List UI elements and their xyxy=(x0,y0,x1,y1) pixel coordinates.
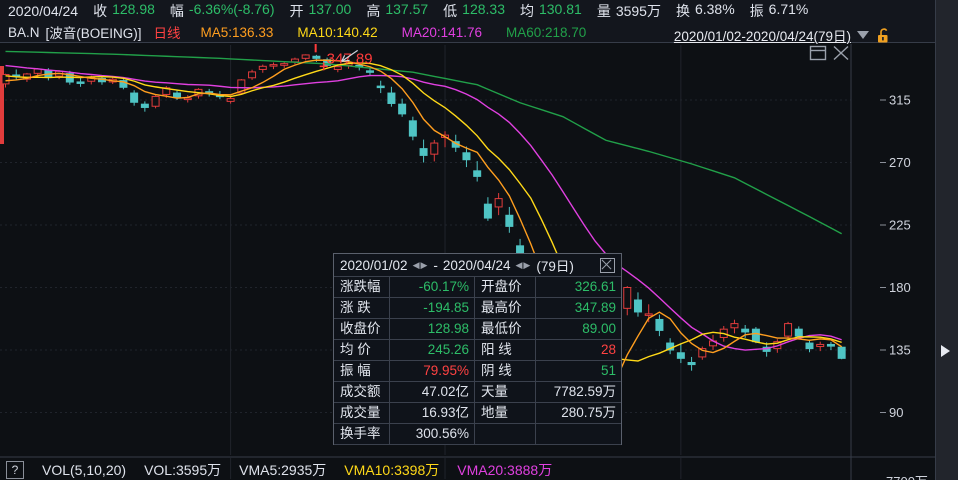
vol-indicator-name[interactable]: VOL(5,10,20) xyxy=(42,462,126,478)
date-range-label[interactable]: 2020/01/02-2020/04/24(79日) xyxy=(674,25,851,45)
stats-end-date: 2020/04/24 xyxy=(442,257,511,273)
volume-axis-label: 7700万 xyxy=(886,471,928,480)
chart-window-controls xyxy=(809,45,850,61)
quote-field-amplitude: 振 6.71% xyxy=(749,1,809,19)
stats-row: 涨跌幅 -60.17% 开盘价 326.61 xyxy=(334,277,621,298)
stats-day-count: (79日) xyxy=(536,259,574,274)
quote-summary-bar: 2020/04/24 收 128.98 幅 -6.36%(-8.76) 开 137.0… xyxy=(0,0,935,22)
svg-text:270: 270 xyxy=(889,155,911,170)
stats-row: 换手率 300.56% xyxy=(334,424,621,445)
quote-field-close: 收 128.98 xyxy=(93,1,155,19)
quote-field-avg: 均 130.81 xyxy=(519,1,582,19)
date-separator: - xyxy=(433,257,438,273)
stats-row: 成交额 47.02亿 天量 7782.59万 xyxy=(334,382,621,403)
close-icon[interactable] xyxy=(600,257,615,273)
ma60-label: MA60:218.70 xyxy=(505,24,587,40)
volume-indicator-bar: ? VOL(5,10,20) VOL:3595万 VMA5:2935万 VMA1… xyxy=(0,459,935,480)
svg-text:315: 315 xyxy=(889,93,911,108)
quote-field-change: 幅 -6.36%(-8.76) xyxy=(169,1,275,19)
quote-field-low: 低 128.33 xyxy=(443,1,505,19)
vma5-value: VMA5:2935万 xyxy=(239,461,327,478)
start-date-stepper[interactable]: ◀▶ xyxy=(413,260,429,271)
vma10-value: VMA10:3398万 xyxy=(344,461,440,478)
stats-panel-header: 2020/01/02 ◀▶ - 2020/04/24 ◀▶ (79日) xyxy=(334,254,621,277)
expand-panel-arrow-icon[interactable] xyxy=(941,345,950,357)
quote-field-turnover: 换 6.38% xyxy=(675,1,735,19)
unlocked-padlock-icon[interactable] xyxy=(875,27,892,44)
svg-text:135: 135 xyxy=(889,343,911,358)
quote-field-volume: 量 3595万 xyxy=(596,3,661,19)
date-range-control[interactable]: 2020/01/02-2020/04/24(79日) xyxy=(674,25,892,45)
svg-text:90: 90 xyxy=(889,405,903,420)
period-stats-panel: 2020/01/02 ◀▶ - 2020/04/24 ◀▶ (79日) 涨跌幅 -… xyxy=(333,253,622,445)
vol-value: VOL:3595万 xyxy=(144,461,222,478)
restore-window-icon[interactable] xyxy=(809,45,827,61)
stats-row: 涨 跌 -194.85 最高价 347.89 xyxy=(334,298,621,319)
ma20-label: MA20:141.76 xyxy=(401,24,482,40)
quote-field-open: 开 137.00 xyxy=(289,1,352,19)
ma-legend: MA5:136.33 MA10:140.42 MA20:141.76 MA60:… xyxy=(201,25,587,40)
stats-row: 成交量 16.93亿 地量 280.75万 xyxy=(334,403,621,424)
stats-row: 均 价 245.26 阳 线 28 xyxy=(334,340,621,361)
stats-row: 振 幅 79.95% 阴 线 51 xyxy=(334,361,621,382)
svg-text:180: 180 xyxy=(889,280,911,295)
close-icon[interactable] xyxy=(832,45,850,61)
trading-app-window: 2020/04/24 收 128.98 幅 -6.36%(-8.76) 开 137.0… xyxy=(0,0,958,480)
help-icon[interactable]: ? xyxy=(6,460,24,479)
ma5-label: MA5:136.33 xyxy=(200,24,274,40)
quote-field-high: 高 137.57 xyxy=(366,1,429,19)
vma20-value: VMA20:3888万 xyxy=(457,461,553,478)
svg-text:225: 225 xyxy=(889,218,911,233)
end-date-stepper[interactable]: ◀▶ xyxy=(516,260,532,271)
ma10-label: MA10:140.42 xyxy=(297,24,378,40)
right-panel-strip xyxy=(935,0,958,480)
period-label[interactable]: 日线 xyxy=(154,22,181,42)
stats-row: 收盘价 128.98 最低价 89.00 xyxy=(334,319,621,340)
symbol-code: BA.N xyxy=(8,24,40,40)
stats-start-date: 2020/01/02 xyxy=(340,257,408,273)
quote-date: 2020/04/24 xyxy=(8,3,79,19)
symbol-name: [波音(BOEING)] xyxy=(45,26,142,41)
peak-price-annotation: 347.89 xyxy=(327,50,373,67)
chevron-down-icon[interactable] xyxy=(857,31,869,39)
